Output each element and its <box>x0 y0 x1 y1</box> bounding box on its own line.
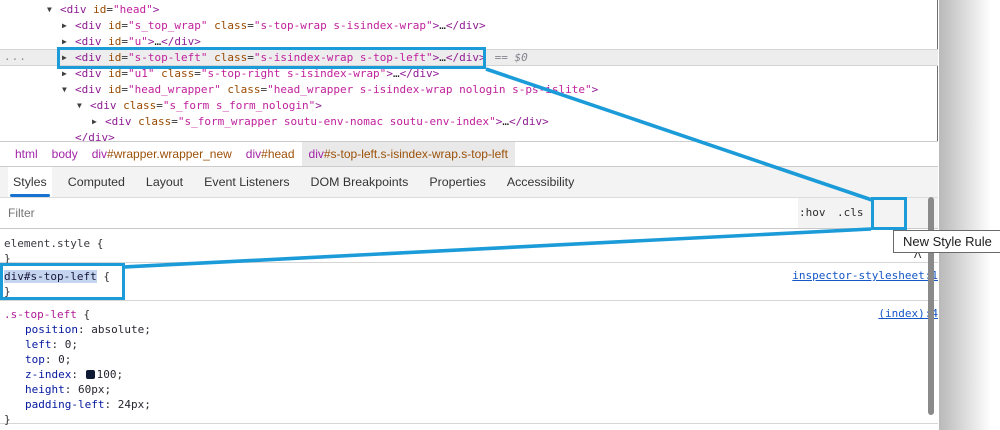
stylesheet-link[interactable]: inspector-stylesheet:1 <box>792 269 938 282</box>
toggle-pseudo-state-button[interactable]: :hov <box>799 198 826 228</box>
tab-accessibility[interactable]: Accessibility <box>502 167 579 197</box>
breadcrumb-item[interactable]: body <box>45 142 85 166</box>
disclosure-triangle-icon[interactable]: ▶ <box>62 18 75 34</box>
styles-rules-pane: element.style {}div#s-top-left {}inspect… <box>0 229 938 430</box>
css-property-line[interactable]: left: 0; <box>4 337 938 352</box>
styles-toolbar: :hov .cls + ◂ <box>0 198 938 229</box>
breadcrumb-item[interactable]: html <box>8 142 45 166</box>
equals-dollar-zero-hint: == $0 <box>495 51 528 64</box>
tab-dom-breakpoints[interactable]: DOM Breakpoints <box>306 167 414 197</box>
dom-tree-row[interactable]: ▶<div id="s_top_wrap" class="s-top-wrap … <box>0 18 938 34</box>
tab-styles[interactable]: Styles <box>8 167 52 197</box>
disclosure-triangle-icon[interactable]: ▼ <box>62 82 75 98</box>
disclosure-triangle-icon[interactable]: ▶ <box>92 114 105 130</box>
dom-tree-row[interactable]: ▶<div class="s_form_wrapper soutu-env-no… <box>0 114 938 130</box>
value-swatch-icon <box>86 370 95 379</box>
disclosure-triangle-icon[interactable]: ▼ <box>77 98 90 114</box>
dom-tree: ... ▼<div id="head">▶<div id="s_top_wrap… <box>0 0 938 141</box>
css-rule[interactable]: element.style {} <box>0 230 938 263</box>
breadcrumb-item[interactable]: div#s-top-left.s-isindex-wrap.s-top-left <box>302 142 515 166</box>
window-drop-shadow <box>939 0 991 430</box>
css-property-line[interactable]: height: 60px; <box>4 382 938 397</box>
dom-tree-row[interactable]: ▼<div id="head_wrapper" class="head_wrap… <box>0 82 938 98</box>
css-rule[interactable]: .s-top-left {position: absolute;left: 0;… <box>0 301 938 424</box>
breadcrumb: htmlbodydiv#wrapper.wrapper_newdiv#headd… <box>0 141 938 167</box>
css-rule[interactable]: div#s-top-left {}inspector-stylesheet:1 <box>0 263 938 301</box>
dom-tree-row[interactable]: ▶<div id="s-top-left" class="s-isindex-w… <box>0 50 938 66</box>
breadcrumb-item[interactable]: div#wrapper.wrapper_new <box>85 142 239 166</box>
dom-tree-row[interactable]: ▼<div id="head"> <box>0 2 938 18</box>
dom-tree-row[interactable]: ▼<div class="s_form s_form_nologin"> <box>0 98 938 114</box>
styles-tab-bar: Styles Computed Layout Event Listeners DOM B… <box>0 167 938 198</box>
dom-tree-row[interactable]: ▶<div id="u1" class="s-top-right s-isind… <box>0 66 938 82</box>
disclosure-triangle-icon[interactable]: ▶ <box>62 50 75 66</box>
disclosure-triangle-icon[interactable]: ▶ <box>62 66 75 82</box>
toggle-element-class-button[interactable]: .cls <box>837 198 864 228</box>
disclosure-triangle-icon[interactable]: ▼ <box>47 2 60 18</box>
devtools-window: ... ▼<div id="head">▶<div id="s_top_wrap… <box>0 0 938 430</box>
css-selector[interactable]: div#s-top-left <box>4 270 97 283</box>
css-property-line[interactable]: top: 0; <box>4 352 938 367</box>
tab-event-listeners[interactable]: Event Listeners <box>199 167 294 197</box>
css-property-line[interactable]: position: absolute; <box>4 322 938 337</box>
css-property-line[interactable]: padding-left: 24px; <box>4 397 938 412</box>
new-style-rule-tooltip: New Style Rule <box>893 230 1000 253</box>
css-selector[interactable]: .s-top-left <box>4 308 77 321</box>
tab-computed[interactable]: Computed <box>63 167 130 197</box>
css-selector[interactable]: element.style <box>4 237 90 250</box>
breadcrumb-item[interactable]: div#head <box>239 142 302 166</box>
dom-tree-row[interactable]: </div> <box>0 130 938 141</box>
disclosure-triangle-icon[interactable]: ▶ <box>62 34 75 50</box>
tab-properties[interactable]: Properties <box>424 167 490 197</box>
filter-input[interactable] <box>0 198 798 228</box>
css-property-line[interactable]: z-index: 100; <box>4 367 938 382</box>
tab-layout[interactable]: Layout <box>141 167 188 197</box>
dom-tree-row[interactable]: ▶<div id="u">…</div> <box>0 34 938 50</box>
